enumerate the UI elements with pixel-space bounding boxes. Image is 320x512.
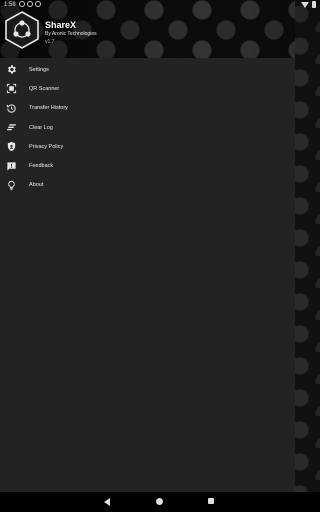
notification-icon xyxy=(19,1,25,7)
lightbulb-icon xyxy=(5,179,17,191)
status-time: 1:58 xyxy=(4,2,16,8)
shield-icon xyxy=(5,141,17,153)
drawer-menu: Settings QR Scanner Transfer History Cle… xyxy=(0,60,295,195)
feedback-icon xyxy=(5,160,17,172)
wifi-icon xyxy=(301,1,309,8)
menu-item-qr-scanner[interactable]: QR Scanner xyxy=(0,79,295,98)
status-bar: 1:58 xyxy=(0,0,320,12)
menu-item-label: Settings xyxy=(29,66,49,73)
navigation-drawer: ShareX By Aronic Technologies v1.7 Setti… xyxy=(0,0,295,492)
back-button[interactable] xyxy=(104,498,110,506)
menu-item-label: Transfer History xyxy=(29,105,68,112)
recents-button[interactable] xyxy=(208,498,214,504)
menu-item-about[interactable]: About xyxy=(0,176,295,195)
app-subtitle: By Aronic Technologies xyxy=(45,31,97,37)
menu-item-label: About xyxy=(29,182,44,189)
menu-item-settings[interactable]: Settings xyxy=(0,60,295,79)
notification-icons xyxy=(19,1,41,7)
menu-item-label: Privacy Policy xyxy=(29,143,64,150)
notification-icon xyxy=(27,1,33,7)
home-button[interactable] xyxy=(156,498,163,505)
history-icon xyxy=(5,102,17,114)
menu-item-label: QR Scanner xyxy=(29,85,60,92)
qr-scan-icon xyxy=(5,83,17,95)
app-title: ShareX xyxy=(45,20,77,30)
system-navigation-bar xyxy=(0,492,320,512)
sharex-logo xyxy=(5,11,39,49)
menu-item-privacy-policy[interactable]: Privacy Policy xyxy=(0,137,295,156)
clear-icon xyxy=(5,122,17,134)
menu-item-label: Feedback xyxy=(29,163,54,170)
menu-item-label: Clear Log xyxy=(29,124,53,131)
gear-icon xyxy=(5,64,17,76)
menu-item-clear-log[interactable]: Clear Log xyxy=(0,118,295,137)
menu-item-feedback[interactable]: Feedback xyxy=(0,156,295,175)
notification-icon xyxy=(35,1,41,7)
system-icons xyxy=(301,1,316,8)
menu-item-transfer-history[interactable]: Transfer History xyxy=(0,99,295,118)
battery-icon xyxy=(312,1,316,8)
app-version: v1.7 xyxy=(45,39,55,45)
